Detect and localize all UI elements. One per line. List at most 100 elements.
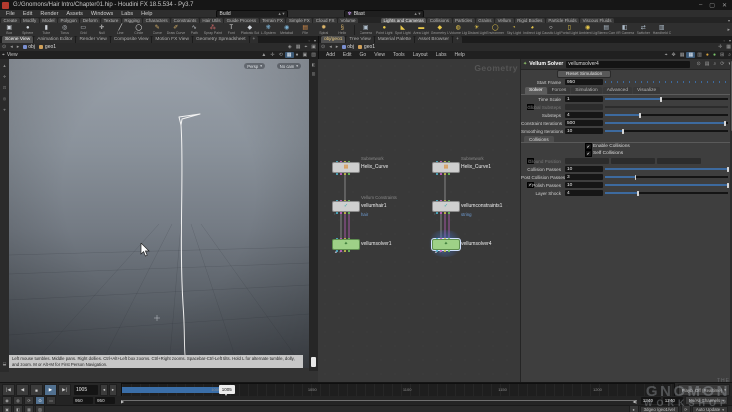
global-substeps-field[interactable] [565,104,603,110]
node-inputs[interactable] [436,199,450,202]
select-arrow-icon[interactable]: ▲ [259,52,268,58]
menu-item[interactable]: Windows [87,11,117,17]
node-body[interactable]: ▦ [332,160,360,175]
network-node[interactable]: ✓ Vellum Constraints vellumhair1 hair ▫ [332,195,397,217]
maximize-button[interactable]: ▢ [709,2,715,9]
shelf-tool[interactable]: ✎ Curve [148,25,167,35]
pane-tab[interactable]: obj/geo1 [321,36,346,43]
step-back-button[interactable]: ◂ [100,384,108,396]
memory-icon[interactable]: ▦ [24,405,34,412]
viewer-state-icon[interactable]: ● [628,405,639,412]
start-frame-slider[interactable] [605,79,728,85]
timeline[interactable]: 1000 1050 1100 1150 1200 1005 [121,383,675,397]
node-inputs[interactable] [336,199,350,202]
pose-tool-icon[interactable]: ◎ [3,96,7,101]
path-root-chip[interactable]: obj [340,44,354,50]
node-body[interactable]: ▦ [432,160,460,175]
message-log-icon[interactable]: ▣ [2,405,12,412]
add-node-icon[interactable]: ⊞ [718,52,726,58]
ground-position-y[interactable] [611,158,655,164]
shelf-tool[interactable]: T Font [222,25,241,35]
node-name-label[interactable]: vellumsolver1 [361,241,392,247]
network-menu-item[interactable]: Labs [432,52,451,58]
shelf-tool[interactable]: ▣ Box [0,25,19,35]
pane-tab[interactable]: + [453,36,462,43]
layout-nodes-icon[interactable]: ▦ [678,52,687,58]
grid-toggle-icon[interactable]: ▦ [294,44,303,50]
move-tool-icon[interactable]: ✛ [3,74,6,79]
param-search-icon[interactable]: ⌕ [711,61,718,67]
network-menu-item[interactable]: Help [451,52,469,58]
recook-icon[interactable]: ⟳ [680,405,691,412]
render-region-icon[interactable]: ▨ [309,52,318,58]
post-collision-passes-field[interactable]: 3 [565,174,603,180]
node-outputs[interactable] [436,211,450,214]
node-body[interactable]: ✓ [332,199,360,214]
help-browser-icon[interactable]: ▨ [35,405,45,412]
path-node-chip[interactable]: geo1 [38,44,56,50]
list-view-icon[interactable]: ▥ [695,52,704,58]
channels-scope-button[interactable]: No/All Channels ▾ [684,396,728,405]
play-button[interactable]: ▶ [44,384,57,396]
constraint-iterations-slider[interactable] [605,120,728,126]
crosshair-icon[interactable]: ⌖ [302,44,309,50]
flag-orange-icon[interactable]: ● [704,52,711,58]
range-start-field[interactable]: 950 [95,397,115,404]
global-start-field[interactable]: 950 [73,397,93,404]
node-name-label[interactable]: Helix_Curve [361,164,388,170]
step-forward-button[interactable]: ▸ [109,384,117,396]
node-inputs[interactable] [436,237,450,240]
shelf-tool[interactable]: ▤Stereo Camera [597,25,616,35]
pane-tab[interactable]: Scene View [2,36,34,43]
network-node[interactable]: ▦ Subnetwork Helix_Curve [332,156,388,175]
persp-view-pill[interactable]: Persp ▾ [244,63,265,69]
node-inputs[interactable] [336,160,350,163]
display-options-icon[interactable]: ● [294,52,301,58]
node-inputs[interactable] [436,160,450,163]
snap-icon[interactable]: ▣ [301,52,310,58]
collision-passes-slider[interactable] [605,166,729,172]
jump-end-button[interactable]: ▶| [58,384,71,396]
node-body[interactable]: ✦ [332,237,360,252]
constraint-iterations-field[interactable]: 500 [565,120,603,126]
no-cam-pill[interactable]: No cam ▾ [276,63,301,69]
network-node[interactable]: ✦ vellumsolver4 ▲ ○ ▫ [426,230,492,257]
simulation-toggle-icon[interactable]: ⊙ [35,396,45,405]
dopnet-cache-icon[interactable]: ▭ [46,396,56,405]
shelf-tool[interactable]: ◧ VR Camera [616,25,635,35]
enable-collisions-checkbox[interactable]: ✔ [585,143,592,150]
collisions-section-tab[interactable]: Collisions [521,135,732,143]
shelf-tool[interactable]: ◎ Torus [56,25,75,35]
menu-item[interactable]: Assets [62,11,87,17]
shelf-tool[interactable]: ▭ Grid [74,25,93,35]
snapshot-icon[interactable]: ◈ [286,44,294,50]
time-scale-field[interactable]: 1 [565,96,603,102]
shelf-tool[interactable]: ◍Volume Light [449,25,468,35]
network-menu-item[interactable]: View [370,52,389,58]
performance-icon[interactable]: ◧ [13,405,23,412]
shelf-tool[interactable]: ❋ L-System [259,25,278,35]
parameter-tab[interactable]: Advanced [602,87,633,94]
shelf-tool[interactable]: ◯ Circle [130,25,149,35]
node-flag-badges[interactable]: ▫ [434,212,435,216]
playhead[interactable]: 1005 [218,385,235,396]
select-tool-icon[interactable]: ▲ [3,63,7,68]
title-bar[interactable]: G:/Gnomons/Hair Intro/Chapter01.hip - Ho… [0,0,732,10]
shelf-tool[interactable]: ✹ Spiral [315,25,334,35]
shelf-overflow-icon[interactable]: ▸ [725,27,732,33]
shelf-tool[interactable]: § Helix [333,25,352,35]
shelf-tool[interactable]: ▯ Portal Light [560,25,579,35]
node-name-label[interactable]: Helix_Curve1 [461,164,491,170]
stop-button[interactable]: ■ [30,384,43,396]
parameter-tab[interactable]: Visualize [633,87,661,94]
desktop-spinner-icon[interactable]: ▲▼ [278,11,286,16]
pane-tab[interactable]: Geometry Spreadsheet [192,36,249,43]
node-inputs[interactable] [336,237,350,240]
path-node-chip[interactable]: geo1 [357,44,375,50]
start-frame-field[interactable]: 950 [565,79,603,85]
pane-tab[interactable]: Asset Browser [415,36,453,43]
translate-icon[interactable]: ✛ [268,52,276,58]
network-menu-item[interactable]: Tools [389,52,409,58]
param-list-icon[interactable]: ▤ [703,61,712,67]
range-slider[interactable]: ▶ ◀| [121,397,637,404]
